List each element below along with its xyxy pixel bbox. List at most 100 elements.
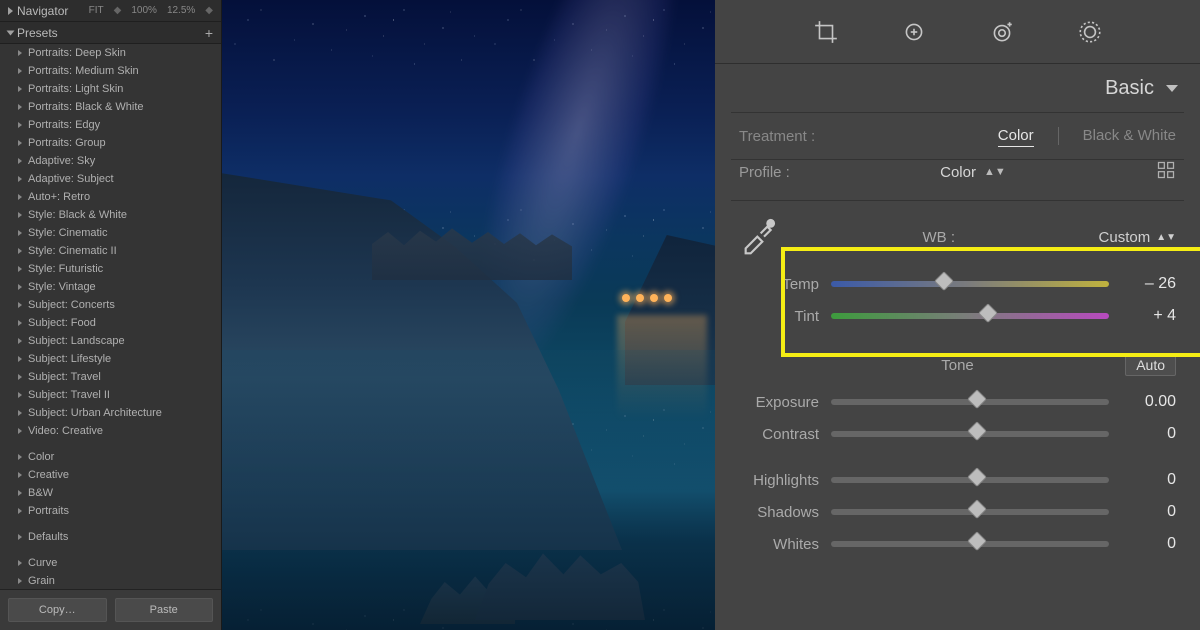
panel-title: Basic (1105, 77, 1154, 100)
preset-item[interactable]: Style: Black & White (0, 206, 221, 224)
preset-item[interactable]: Subject: Lifestyle (0, 350, 221, 368)
copy-button[interactable]: Copy… (8, 598, 107, 622)
disclosure-arrow-icon (18, 140, 22, 146)
exposure-slider[interactable]: Exposure 0.00 (739, 386, 1176, 418)
preset-item[interactable]: Creative (0, 466, 221, 484)
preset-item[interactable]: Style: Cinematic (0, 224, 221, 242)
preset-item[interactable]: Subject: Travel (0, 368, 221, 386)
preset-item[interactable]: Defaults (0, 528, 221, 546)
preset-item[interactable]: Style: Futuristic (0, 260, 221, 278)
preset-item[interactable]: Auto+: Retro (0, 188, 221, 206)
masking-tool-icon[interactable] (1077, 19, 1103, 45)
preset-item[interactable]: Subject: Landscape (0, 332, 221, 350)
whites-slider[interactable]: Whites 0 (739, 528, 1176, 560)
updown-icon: ▲▼ (984, 166, 1006, 178)
preset-label: Subject: Travel (28, 370, 101, 384)
preset-item[interactable]: Subject: Urban Architecture (0, 404, 221, 422)
presets-panel-header[interactable]: Presets + (0, 22, 221, 44)
disclosure-arrow-icon (18, 320, 22, 326)
healing-tool-icon[interactable] (901, 19, 927, 45)
preset-item[interactable]: Adaptive: Subject (0, 170, 221, 188)
preset-item[interactable]: Portraits: Black & White (0, 98, 221, 116)
presets-title: Presets (17, 26, 58, 40)
preset-item[interactable]: Style: Cinematic II (0, 242, 221, 260)
redeye-tool-icon[interactable] (989, 19, 1015, 45)
disclosure-arrow-icon (18, 86, 22, 92)
profile-row: Profile : Color ▲▼ (715, 160, 1200, 200)
preset-label: Video: Creative (28, 424, 103, 438)
disclosure-arrow-icon (18, 230, 22, 236)
shadows-slider[interactable]: Shadows 0 (739, 496, 1176, 528)
disclosure-triangle-icon[interactable] (7, 30, 15, 35)
image-canvas[interactable] (222, 0, 715, 630)
profile-browser-icon[interactable] (1156, 160, 1176, 184)
preset-item[interactable]: Adaptive: Sky (0, 152, 221, 170)
preset-item[interactable]: Subject: Travel II (0, 386, 221, 404)
disclosure-arrow-icon (18, 472, 22, 478)
highlights-slider[interactable]: Highlights 0 (739, 464, 1176, 496)
tint-slider[interactable]: Tint + 4 (739, 300, 1176, 332)
preset-item[interactable]: Portraits (0, 502, 221, 520)
preset-item[interactable]: Color (0, 448, 221, 466)
preset-label: Subject: Food (28, 316, 96, 330)
profile-dropdown[interactable]: Color ▲▼ (940, 164, 1006, 181)
preset-item[interactable]: Video: Creative (0, 422, 221, 440)
disclosure-arrow-icon (18, 578, 22, 584)
auto-tone-button[interactable]: Auto (1125, 354, 1176, 376)
preset-list: Portraits: Deep Skin Portraits: Medium Sk… (0, 44, 221, 589)
preset-label: Subject: Lifestyle (28, 352, 111, 366)
disclosure-arrow-icon (18, 176, 22, 182)
disclosure-arrow-icon (18, 338, 22, 344)
preset-item[interactable]: Portraits: Group (0, 134, 221, 152)
navigator-panel-header[interactable]: Navigator FIT ◆ 100% 12.5% ◆ (0, 0, 221, 22)
add-preset-icon[interactable]: + (205, 25, 213, 41)
disclosure-arrow-icon (18, 428, 22, 434)
disclosure-arrow-icon (18, 194, 22, 200)
preset-label: Style: Futuristic (28, 262, 103, 276)
preset-label: Adaptive: Sky (28, 154, 95, 168)
disclosure-arrow-icon (18, 490, 22, 496)
treatment-label: Treatment : (739, 128, 815, 145)
treatment-bw[interactable]: Black & White (1083, 125, 1176, 147)
zoom-100[interactable]: 100% (131, 5, 157, 16)
preset-label: Defaults (28, 530, 68, 544)
basic-panel-header[interactable]: Basic (715, 64, 1200, 112)
preset-item[interactable]: Grain (0, 572, 221, 589)
zoom-fit[interactable]: FIT (89, 5, 104, 16)
crop-tool-icon[interactable] (813, 19, 839, 45)
disclosure-triangle-icon[interactable] (8, 7, 13, 15)
disclosure-arrow-icon (18, 560, 22, 566)
disclosure-arrow-icon (18, 356, 22, 362)
preset-item[interactable]: Portraits: Light Skin (0, 80, 221, 98)
preset-label: Style: Cinematic II (28, 244, 117, 258)
preset-label: Subject: Concerts (28, 298, 115, 312)
preset-label: Style: Vintage (28, 280, 96, 294)
treatment-color[interactable]: Color (998, 125, 1034, 147)
disclosure-arrow-icon (18, 410, 22, 416)
wb-dropdown[interactable]: Custom ▲▼ (1099, 229, 1176, 246)
white-balance-eyedropper-icon[interactable] (739, 215, 779, 260)
preset-item[interactable]: Portraits: Edgy (0, 116, 221, 134)
disclosure-arrow-icon (18, 302, 22, 308)
treatment-row: Treatment : Color Black & White (739, 125, 1176, 147)
collapse-triangle-icon[interactable] (1166, 85, 1178, 92)
preset-item[interactable]: Subject: Food (0, 314, 221, 332)
preset-label: Portraits: Edgy (28, 118, 100, 132)
preset-label: Subject: Landscape (28, 334, 125, 348)
preset-label: Style: Black & White (28, 208, 127, 222)
preset-item[interactable]: Curve (0, 554, 221, 572)
preset-item[interactable]: Style: Vintage (0, 278, 221, 296)
temp-slider[interactable]: Temp – 26 (739, 268, 1176, 300)
zoom-level[interactable]: 12.5% (167, 5, 195, 16)
preset-item[interactable]: Portraits: Deep Skin (0, 44, 221, 62)
preset-label: Portraits: Medium Skin (28, 64, 139, 78)
preset-label: Subject: Travel II (28, 388, 110, 402)
preset-item[interactable]: Subject: Concerts (0, 296, 221, 314)
paste-button[interactable]: Paste (115, 598, 214, 622)
contrast-slider[interactable]: Contrast 0 (739, 418, 1176, 450)
preset-item[interactable]: B&W (0, 484, 221, 502)
preset-item[interactable]: Portraits: Medium Skin (0, 62, 221, 80)
preset-label: B&W (28, 486, 53, 500)
disclosure-arrow-icon (18, 122, 22, 128)
preset-label: Portraits: Deep Skin (28, 46, 126, 60)
